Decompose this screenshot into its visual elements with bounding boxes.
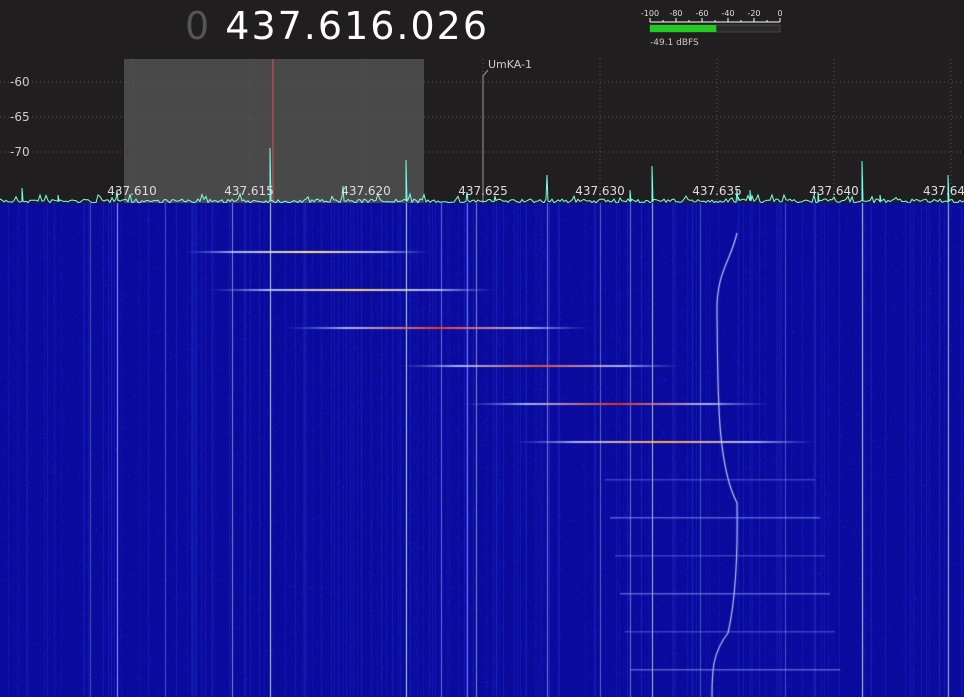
s-meter-tick-label: -100 xyxy=(641,9,659,18)
s-meter-tick-label: -40 xyxy=(721,9,734,18)
s-meter-bar xyxy=(650,25,717,32)
x-axis-label: 437.625 xyxy=(458,184,508,198)
s-meter-tick-label: -60 xyxy=(695,9,708,18)
sdr-receiver-window: 0 437.616.026 -100 -80 -60 -40 -20 0 -49.1 dB… xyxy=(0,0,964,697)
s-meter-reading: -49.1 dBFS xyxy=(650,38,699,48)
frequency-marker-label[interactable]: UmKA-1 xyxy=(488,58,532,71)
x-axis-label: 437.64 xyxy=(923,184,964,198)
x-axis-label: 437.620 xyxy=(341,184,391,198)
s-meter-tick-label: 0 xyxy=(777,9,782,18)
s-meter-tick-label: -20 xyxy=(747,9,760,18)
x-axis-label: 437.615 xyxy=(224,184,274,198)
x-axis-label: 437.640 xyxy=(809,184,859,198)
frequency-display[interactable]: 0 437.616.026 xyxy=(185,4,489,48)
filter-passband xyxy=(124,59,424,203)
x-axis-label: 437.610 xyxy=(107,184,157,198)
frequency-prefix: 0 xyxy=(185,4,212,48)
x-axis-label: 437.630 xyxy=(575,184,625,198)
waterfall-display[interactable] xyxy=(0,203,964,697)
frequency-value[interactable]: 437.616.026 xyxy=(225,4,489,48)
y-axis-label: -70 xyxy=(10,145,30,159)
y-axis-label: -65 xyxy=(10,110,30,124)
x-axis-label: 437.635 xyxy=(692,184,742,198)
spectrum-panel[interactable]: 0 437.616.026 -100 -80 -60 -40 -20 0 -49.1 dB… xyxy=(0,0,964,203)
s-meter-tick-label: -80 xyxy=(669,9,682,18)
y-axis-label: -60 xyxy=(10,75,30,89)
